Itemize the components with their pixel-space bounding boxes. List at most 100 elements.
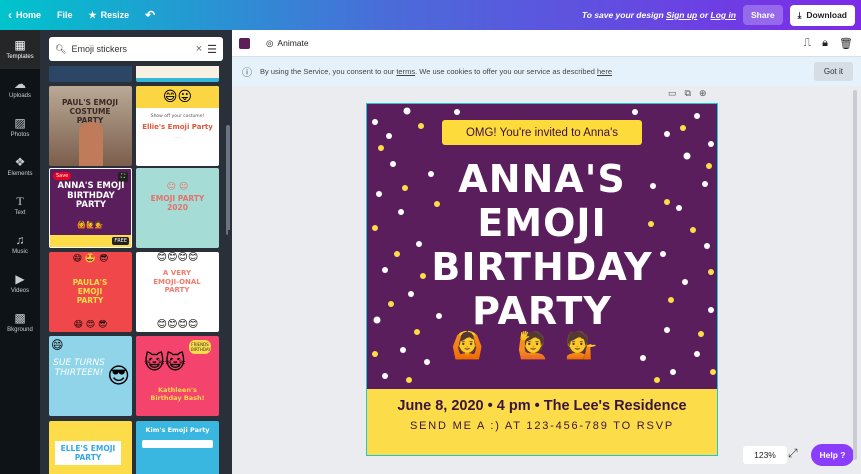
paint-roller-icon[interactable]: ⎍ — [803, 37, 811, 50]
duplicate-icon[interactable]: ⧉ — [685, 88, 691, 99]
rsvp-line[interactable]: SEND ME A :) AT 123-456-789 TO RSVP — [367, 420, 717, 432]
login-link[interactable]: Log in — [711, 10, 737, 20]
template-card[interactable]: PAUL'S EMOJI COSTUME PARTY — [49, 86, 132, 166]
nav-background[interactable]: ▩ Bkground — [0, 303, 40, 342]
terms-link[interactable]: terms — [396, 67, 415, 76]
template-card[interactable]: 😊😊😊😊 A VERY EMOJI-ONAL PARTY 😊😊😊😊 — [136, 252, 219, 332]
nav-videos[interactable]: ▶ Videos — [0, 264, 40, 303]
emoji-row: ☺ ☺ — [166, 182, 189, 192]
search-icon: 🔍︎ — [55, 43, 67, 54]
undo-icon: ↶ — [145, 8, 156, 22]
event-details[interactable]: June 8, 2020 • 4 pm • The Lee's Residenc… — [367, 398, 717, 414]
emoji-row: 😊😊😊😊 — [156, 252, 199, 263]
help-button[interactable]: Help ? — [811, 444, 854, 466]
nav-uploads[interactable]: ☁ Uploads — [0, 69, 40, 108]
file-menu[interactable]: File — [49, 0, 81, 30]
save-badge[interactable]: Save — [53, 172, 72, 180]
download-icon: ⤓ — [797, 9, 802, 20]
download-button[interactable]: ⤓ Download — [789, 4, 855, 26]
template-card[interactable]: FRIENDS BIRTHDAY 😺😺 Kathleen's Birthday … — [136, 336, 219, 416]
template-title: A VERY EMOJI-ONAL PARTY — [153, 269, 201, 294]
here-link[interactable]: here — [597, 67, 612, 76]
info-icon: ⓘ — [242, 68, 252, 79]
emoji-sticker-tipping-hand[interactable]: 💁 — [565, 330, 597, 360]
template-card[interactable]: 😄 🤩 😎 PAULA'S EMOJI PARTY 😄 😍 😎 — [49, 252, 132, 332]
zoom-level[interactable]: 123% — [743, 446, 787, 464]
nav-music[interactable]: ♫ Music — [0, 225, 40, 264]
template-title: PAUL'S EMOJI COSTUME PARTY — [61, 98, 119, 125]
headline-line-2[interactable]: EMOJI — [367, 201, 717, 245]
add-page-icon[interactable]: ⊕ — [699, 88, 707, 99]
template-title: Kathleen's Birthday Bash! — [150, 386, 205, 402]
emoji-image: 😺😺 — [144, 350, 186, 374]
template-title: ANNA'S EMOJI BIRTHDAY PARTY — [57, 181, 125, 210]
templates-panel: 🔍︎ Emoji stickers × ☰ PAUL'S EMOJI COSTU… — [40, 30, 232, 474]
note-icon[interactable]: ▭ — [668, 88, 677, 99]
search-input[interactable]: 🔍︎ Emoji stickers × ☰ — [49, 37, 223, 61]
elements-icon: ❖ — [14, 155, 26, 169]
emoji-row: 😊😊😊😊 — [156, 319, 199, 330]
lock-icon[interactable]: 🔒︎ — [822, 37, 828, 50]
page-tools: ▭ ⧉ ⊕ — [668, 88, 707, 99]
template-title: SUE TURNS THIRTEEN! — [53, 358, 105, 378]
emoji-row: 😄 😍 😎 — [73, 320, 108, 330]
signup-link[interactable]: Sign up — [666, 10, 697, 20]
nav-text[interactable]: T Text — [0, 186, 40, 225]
template-title: ELLE'S EMOJI PARTY — [55, 441, 121, 465]
template-card[interactable]: 😄😛 Show off your costume! Ellie's Emoji … — [136, 86, 219, 166]
birthday-badge: FRIENDS BIRTHDAY — [189, 340, 211, 354]
emoji-row: 🙆🙋💁 — [77, 221, 104, 229]
share-button[interactable]: Share — [743, 5, 783, 25]
template-card[interactable] — [136, 66, 219, 82]
panel-scrollbar[interactable] — [226, 125, 230, 235]
music-icon: ♫ — [15, 233, 25, 247]
upload-icon: ☁ — [14, 77, 26, 91]
design-footer[interactable]: June 8, 2020 • 4 pm • The Lee's Residenc… — [367, 389, 717, 455]
emoji-image: 😎 — [107, 364, 130, 389]
resize-button[interactable]: ★ Resize — [81, 0, 138, 30]
undo-button[interactable]: ↶ — [137, 0, 163, 30]
template-card[interactable]: ELLE'S EMOJI PARTY — [49, 421, 132, 474]
filter-icon[interactable]: ☰ — [207, 43, 217, 56]
template-title: EMOJI PARTY 2020 — [150, 194, 205, 212]
animate-icon: ◎ — [266, 37, 274, 48]
template-card[interactable] — [49, 66, 132, 82]
got-it-button[interactable]: Got it — [813, 62, 853, 81]
template-title: Kim's Emoji Party — [145, 426, 210, 434]
nav-photos[interactable]: ▨ Photos — [0, 108, 40, 147]
emoji-row: 😄 🤩 😎 — [72, 254, 109, 264]
chevron-left-icon: ‹ — [8, 8, 12, 22]
nav-elements[interactable]: ❖ Elements — [0, 147, 40, 186]
clear-icon[interactable]: × — [196, 43, 202, 55]
background-color-swatch[interactable] — [239, 37, 250, 49]
headline-line-1[interactable]: ANNA'S — [367, 157, 717, 201]
fullscreen-icon[interactable]: ⤢ — [788, 446, 798, 461]
headline-line-4[interactable]: PARTY — [367, 289, 717, 333]
emoji-sticker-ok[interactable]: 🙆 — [451, 330, 483, 360]
design-canvas[interactable]: OMG! You're invited to Anna's ANNA'S EMO… — [366, 103, 718, 456]
nav-templates[interactable]: ▦ Templates — [0, 30, 40, 69]
emoji-row: 😄😛 — [136, 86, 219, 108]
top-toolbar: ‹ Home File ★ Resize ↶ To save your desi… — [0, 0, 861, 30]
headline-line-3[interactable]: BIRTHDAY — [367, 245, 717, 289]
trash-icon[interactable]: 🗑︎ — [839, 37, 853, 50]
home-button[interactable]: ‹ Home — [0, 0, 49, 30]
templates-icon: ▦ — [14, 38, 26, 52]
emoji-sticker-raise-hand[interactable]: 🙋 — [517, 330, 549, 360]
background-icon: ▩ — [14, 311, 26, 325]
template-title: PAULA'S EMOJI PARTY — [72, 278, 108, 305]
save-hint: To save your design Sign up or Log in — [581, 10, 737, 20]
template-title: Ellie's Emoji Party — [142, 123, 213, 131]
template-card[interactable]: SUE TURNS THIRTEEN! 😎 😄 — [49, 336, 132, 416]
invite-pill[interactable]: OMG! You're invited to Anna's — [442, 120, 642, 145]
cookie-banner: ⓘ By using the Service, you consent to o… — [232, 57, 861, 86]
template-card[interactable]: Kim's Emoji Party — [136, 421, 219, 474]
template-card[interactable]: ☺ ☺ EMOJI PARTY 2020 — [136, 168, 219, 248]
text-icon: T — [16, 194, 24, 208]
canvas-area: ▭ ⧉ ⊕ OMG! You're invited to Anna's ANNA… — [232, 86, 861, 474]
canva-editor: ‹ Home File ★ Resize ↶ To save your desi… — [0, 0, 861, 474]
canvas-scrollbar[interactable] — [853, 90, 857, 460]
animate-button[interactable]: ◎ Animate — [266, 38, 309, 49]
side-navigation: ▦ Templates ☁ Uploads ▨ Photos ❖ Element… — [0, 30, 40, 474]
template-card-selected[interactable]: Save ⛶ ANNA'S EMOJI BIRTHDAY PARTY 🙆🙋💁 F… — [49, 168, 132, 248]
